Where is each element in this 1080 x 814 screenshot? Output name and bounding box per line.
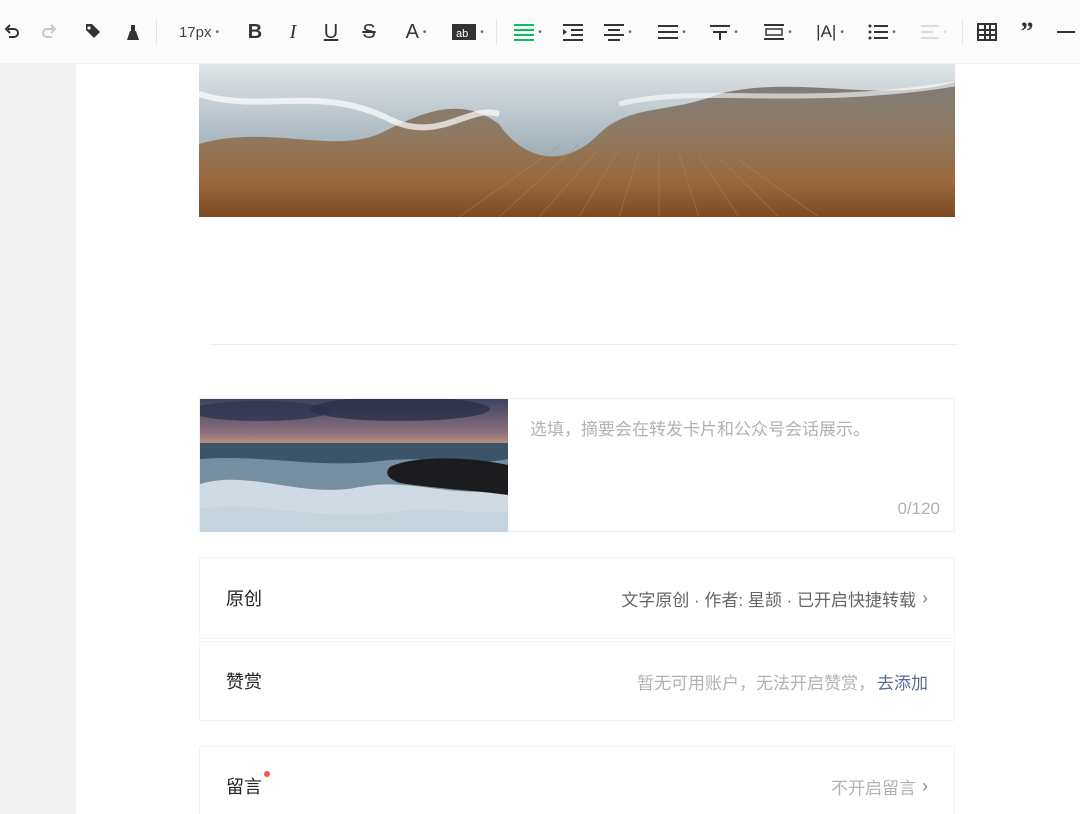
original-setting-row[interactable]: 原创 文字原创 · 作者: 星颉 · 已开启快捷转载 › [199,557,955,639]
section-divider [210,344,958,345]
comments-value: 不开启留言 › [831,774,928,799]
reward-label: 赞赏 [226,672,262,692]
italic-icon[interactable]: I [282,0,304,64]
bold-icon[interactable]: B [244,0,266,64]
redo-icon[interactable] [36,0,62,64]
divider-icon[interactable] [1054,0,1078,64]
undo-icon[interactable] [0,0,24,64]
editor-left-margin [0,64,76,814]
reward-status-text: 暂无可用账户，无法开启赞赏， [637,673,875,693]
quote-icon[interactable]: ” [1014,0,1040,64]
table-icon[interactable] [974,0,1000,64]
chevron-right-icon: › [922,587,928,608]
align-left-icon[interactable]: • [508,0,548,64]
chevron-right-icon: › [922,775,928,796]
paragraph-spacing-icon[interactable]: • [704,0,744,64]
cover-thumbnail[interactable] [200,399,508,532]
summary-input[interactable]: 选填，摘要会在转发卡片和公众号会话展示。 [530,415,870,440]
comments-status-text: 不开启留言 [831,778,916,798]
align-center-icon[interactable]: • [598,0,638,64]
font-size-value: 17px [178,23,212,41]
comments-label: 留言 [226,771,270,799]
underline-icon[interactable]: U [320,0,342,64]
summary-card: 选填，摘要会在转发卡片和公众号会话展示。 0/120 [199,398,955,532]
reward-setting-row: 赞赏 暂无可用账户，无法开启赞赏， 去添加 [199,641,955,721]
reward-value: 暂无可用账户，无法开启赞赏， 去添加 [637,669,928,694]
add-account-link[interactable]: 去添加 [877,669,928,694]
chevron-down-icon: • [215,26,220,38]
font-color-icon[interactable]: A • [398,0,434,64]
summary-char-count: 0/120 [897,499,940,518]
clear-format-icon[interactable] [120,0,146,64]
editor-toolbar: 17px • B I U S A • ab • • • • • • |A| • • • … [0,0,1080,64]
paragraph-indent-icon[interactable]: • [758,0,798,64]
comments-setting-row[interactable]: 留言 不开启留言 › [199,746,955,814]
article-cover-image[interactable] [199,64,955,217]
letter-spacing-icon[interactable]: |A| • [810,0,850,64]
text-direction-icon[interactable]: • [914,0,954,64]
original-status-text: 文字原创 · 作者: 星颉 · 已开启快捷转载 [621,590,916,610]
font-size-select[interactable]: 17px • [168,0,230,64]
required-dot [264,771,270,777]
strikethrough-icon[interactable]: S [358,0,380,64]
svg-text:ab: ab [456,28,468,40]
background-color-icon[interactable]: ab • [448,0,488,64]
format-painter-icon[interactable] [80,0,106,64]
line-height-icon[interactable]: • [652,0,692,64]
indent-icon[interactable] [560,0,586,64]
original-value: 文字原创 · 作者: 星颉 · 已开启快捷转载 › [621,586,928,611]
comments-label-text: 留言 [226,777,262,797]
list-icon[interactable]: • [862,0,902,64]
original-label: 原创 [226,589,262,609]
